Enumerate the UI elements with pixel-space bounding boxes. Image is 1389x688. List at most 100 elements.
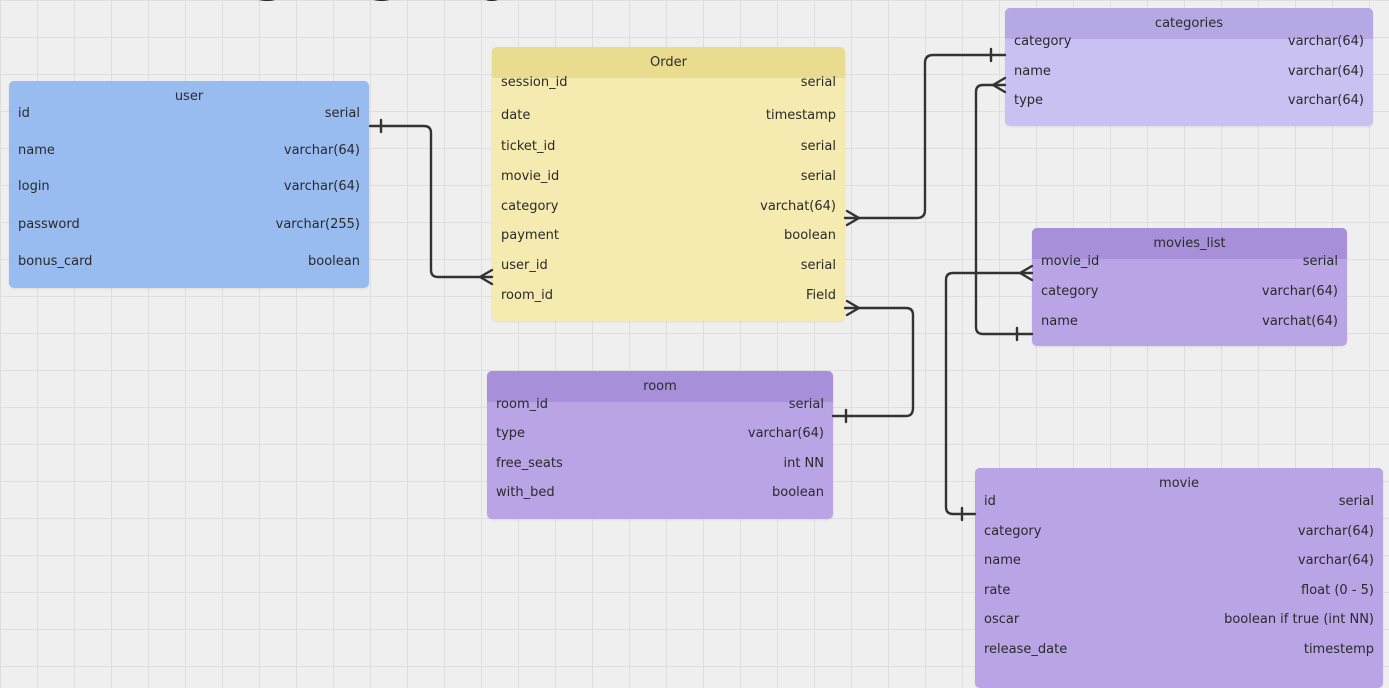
field-name: category bbox=[984, 524, 1042, 539]
field-row[interactable]: with_bed boolean bbox=[487, 481, 833, 505]
field-name: date bbox=[501, 108, 531, 123]
table-user[interactable]: user id serial name varchar(64) login varchar… bbox=[9, 81, 369, 288]
field-name: release_date bbox=[984, 642, 1068, 657]
field-row[interactable]: name varchar(64) bbox=[9, 139, 369, 163]
connector-user-order[interactable] bbox=[368, 124, 494, 279]
table-movie[interactable]: movie id serial category varchar(64) name var… bbox=[975, 468, 1383, 688]
field-type: varchar(64) bbox=[1261, 284, 1338, 299]
field-type: timestamp bbox=[765, 108, 836, 123]
field-row[interactable]: movie_id serial bbox=[1032, 250, 1347, 274]
field-row[interactable]: name varchar(64) bbox=[1005, 60, 1373, 84]
field-row[interactable]: payment boolean bbox=[492, 224, 845, 248]
field-row[interactable]: login varchar(64) bbox=[9, 175, 369, 199]
field-row[interactable]: movie_id serial bbox=[492, 165, 845, 189]
field-type: boolean bbox=[772, 485, 824, 500]
connector-order-room[interactable] bbox=[831, 306, 915, 418]
diagram-title: ERD Cinema bbox=[58, 0, 519, 12]
field-type: serial bbox=[1302, 254, 1338, 269]
field-name: name bbox=[18, 143, 55, 158]
field-type: Field bbox=[805, 288, 836, 303]
many-marker-movies-list-movie-id bbox=[1018, 264, 1034, 282]
field-type: boolean bbox=[308, 254, 360, 269]
many-marker-order-user-id bbox=[478, 268, 494, 286]
field-type: varchar(64) bbox=[747, 426, 824, 441]
field-type: boolean bbox=[784, 228, 836, 243]
field-row[interactable]: ticket_id serial bbox=[492, 135, 845, 159]
field-row[interactable]: bonus_card boolean bbox=[9, 250, 369, 274]
field-type: varchar(64) bbox=[1287, 34, 1364, 49]
table-movies-list[interactable]: movies_list movie_id serial category varcha… bbox=[1032, 228, 1347, 346]
field-type: varchar(64) bbox=[1297, 524, 1374, 539]
field-name: password bbox=[18, 217, 80, 232]
field-row[interactable]: release_date timestemp bbox=[975, 638, 1383, 662]
connector-order-categories[interactable] bbox=[843, 53, 1007, 220]
field-name: oscar bbox=[984, 612, 1020, 627]
field-type: varchar(64) bbox=[283, 179, 360, 194]
field-type: serial bbox=[800, 139, 836, 154]
field-name: id bbox=[984, 494, 996, 509]
field-name: payment bbox=[501, 228, 559, 243]
field-name: user_id bbox=[501, 258, 548, 273]
field-row[interactable]: id serial bbox=[9, 102, 369, 126]
field-name: category bbox=[1041, 284, 1099, 299]
field-type: varchar(64) bbox=[1297, 553, 1374, 568]
field-name: room_id bbox=[496, 397, 548, 412]
field-type: boolean if true (int NN) bbox=[1224, 612, 1374, 627]
many-marker-categories-name bbox=[991, 76, 1007, 94]
table-order[interactable]: Order session_id serial date timestamp ticke… bbox=[492, 47, 845, 321]
table-categories[interactable]: categories category varchar(64) name varcha… bbox=[1005, 8, 1373, 126]
field-name: session_id bbox=[501, 75, 568, 90]
field-type: serial bbox=[1338, 494, 1374, 509]
field-name: login bbox=[18, 179, 50, 194]
field-type: serial bbox=[324, 106, 360, 121]
field-name: category bbox=[1014, 34, 1072, 49]
field-name: movie_id bbox=[1041, 254, 1100, 269]
field-name: room_id bbox=[501, 288, 553, 303]
field-name: with_bed bbox=[496, 485, 555, 500]
field-row[interactable]: session_id serial bbox=[492, 71, 845, 95]
field-type: serial bbox=[800, 75, 836, 90]
field-row[interactable]: name varchat(64) bbox=[1032, 310, 1347, 334]
field-name: ticket_id bbox=[501, 139, 556, 154]
field-row[interactable]: category varchat(64) bbox=[492, 195, 845, 219]
field-type: timestemp bbox=[1303, 642, 1374, 657]
field-row[interactable]: free_seats int NN bbox=[487, 452, 833, 476]
field-name: type bbox=[496, 426, 526, 441]
field-row[interactable]: password varchar(255) bbox=[9, 213, 369, 237]
field-row[interactable]: id serial bbox=[975, 490, 1383, 514]
field-name: free_seats bbox=[496, 456, 563, 471]
field-row[interactable]: oscar boolean if true (int NN) bbox=[975, 608, 1383, 632]
field-type: serial bbox=[788, 397, 824, 412]
field-row[interactable]: user_id serial bbox=[492, 254, 845, 278]
field-type: varchar(255) bbox=[275, 217, 360, 232]
field-row[interactable]: type varchar(64) bbox=[1005, 89, 1373, 113]
field-row[interactable]: room_id serial bbox=[487, 393, 833, 417]
field-name: bonus_card bbox=[18, 254, 93, 269]
field-row[interactable]: name varchar(64) bbox=[975, 549, 1383, 573]
field-type: float (0 - 5) bbox=[1301, 583, 1374, 598]
table-room[interactable]: room room_id serial type varchar(64) free_se… bbox=[487, 371, 833, 519]
many-marker-order-room-id bbox=[845, 299, 861, 317]
field-row[interactable]: room_id Field bbox=[492, 284, 845, 308]
field-type: int NN bbox=[783, 456, 824, 471]
field-type: varchar(64) bbox=[1287, 64, 1364, 79]
field-row[interactable]: date timestamp bbox=[492, 104, 845, 128]
field-row[interactable]: category varchar(64) bbox=[1005, 30, 1373, 54]
field-type: varchat(64) bbox=[1262, 314, 1338, 329]
field-name: category bbox=[501, 199, 559, 214]
field-name: movie_id bbox=[501, 169, 560, 184]
many-marker-order-category bbox=[845, 209, 861, 227]
field-row[interactable]: category varchar(64) bbox=[975, 520, 1383, 544]
field-name: name bbox=[1014, 64, 1051, 79]
field-row[interactable]: type varchar(64) bbox=[487, 422, 833, 446]
field-row[interactable]: category varchar(64) bbox=[1032, 280, 1347, 304]
field-type: varchat(64) bbox=[760, 199, 836, 214]
field-type: varchar(64) bbox=[1287, 93, 1364, 108]
field-row[interactable]: rate float (0 - 5) bbox=[975, 579, 1383, 603]
field-type: varchar(64) bbox=[283, 143, 360, 158]
field-name: name bbox=[984, 553, 1021, 568]
field-name: rate bbox=[984, 583, 1011, 598]
field-type: serial bbox=[800, 258, 836, 273]
field-type: serial bbox=[800, 169, 836, 184]
diagram-canvas[interactable]: ERD Cinema user idserialnamevarchar(64)l… bbox=[0, 0, 1389, 688]
